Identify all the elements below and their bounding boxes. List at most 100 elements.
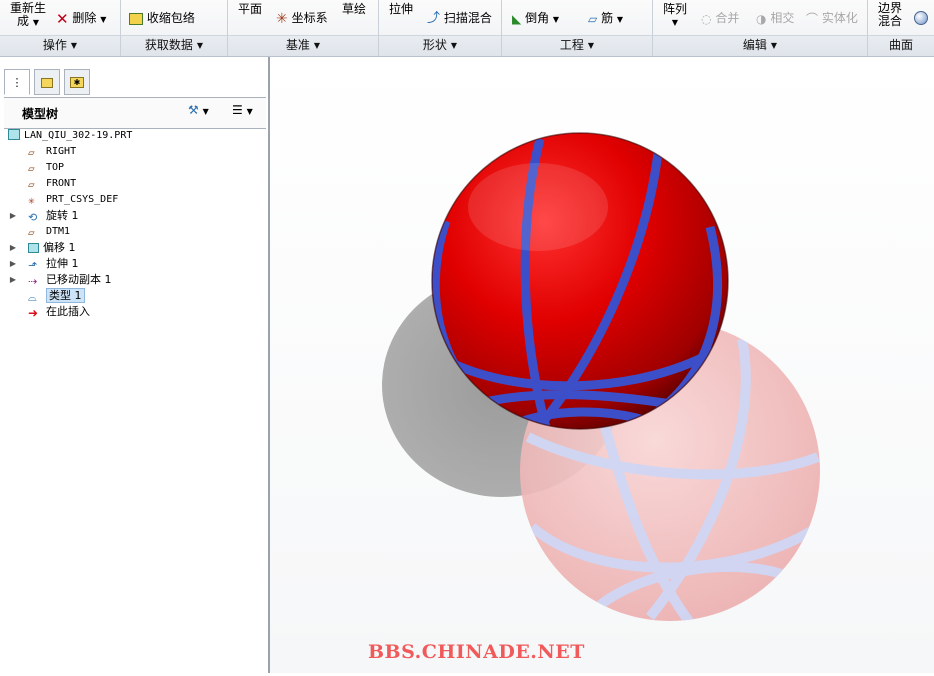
csys-label: 坐标系 <box>291 11 328 25</box>
rib-button[interactable]: ▱ 筋 ▼ <box>588 11 623 27</box>
merge-label: 合并 <box>715 11 740 25</box>
coordinate-system-icon: ✳ <box>276 10 288 27</box>
chamfer-label: 倒角 <box>525 11 550 25</box>
sweep-blend-label: 扫描混合 <box>443 11 492 25</box>
delete-label: 删除 <box>72 11 97 25</box>
layers-tab[interactable] <box>34 69 60 95</box>
chamfer-button[interactable]: ◣ 倒角 ▼ <box>512 11 559 27</box>
coordinate-system-icon: ✳ <box>28 194 35 207</box>
tree-item-front[interactable]: ▱ FRONT <box>28 176 76 192</box>
datum-plane-icon: ▱ <box>28 146 35 159</box>
delete-x-icon: ✕ <box>56 9 69 28</box>
rib-icon: ▱ <box>588 11 598 26</box>
group-title-edit[interactable]: 编辑 ▼ <box>653 35 867 56</box>
moved-copy-icon: ⇢ <box>28 275 38 288</box>
datum-plane-icon: ▱ <box>28 178 35 191</box>
ribbon-group-surfaces: 边界 混合 曲面 <box>868 0 934 56</box>
intersect-label: 相交 <box>770 11 795 25</box>
list-icon: ☰ <box>232 103 243 117</box>
model-tree-title: 模型树 <box>22 107 59 121</box>
ribbon-group-edit: 阵列 ▼ ◌ 合并 ◑ 相交 ⌒ 实体化 编辑 ▼ <box>653 0 868 56</box>
group-title-get-data[interactable]: 获取数据 ▼ <box>121 35 227 56</box>
extrude-button[interactable]: 拉伸 <box>389 2 413 16</box>
group-title-operations[interactable]: 操作 ▼ <box>0 35 120 56</box>
chamfer-icon: ◣ <box>512 11 522 26</box>
boundary-blend-button[interactable]: 边界 混合 <box>878 2 902 28</box>
merge-icon: ◌ <box>701 11 712 26</box>
ribbon-group-engineering: ◣ 倒角 ▼ ▱ 筋 ▼ 工程 ▼ <box>502 0 653 56</box>
tree-item-label: PRT_CSYS_DEF <box>46 194 119 205</box>
tree-item-dtm1[interactable]: ▱ DTM1 <box>28 224 70 240</box>
csys-button[interactable]: ✳ 坐标系 <box>276 11 328 26</box>
revolve-icon: ⟲ <box>28 211 38 224</box>
intersect-button[interactable]: ◑ 相交 <box>756 11 794 26</box>
shrinkwrap-label: 收缩包络 <box>146 11 195 25</box>
model-tree-tab[interactable]: ⋮ <box>4 69 30 95</box>
ribbon-group-datum: 平面 ✳ 坐标系 草绘 基准 ▼ <box>228 0 379 56</box>
tree-item-part[interactable]: LAN_QIU_302-19.PRT <box>8 128 132 144</box>
tree-display-button[interactable]: ☰ ▼ <box>232 103 253 117</box>
tree-item-extrude[interactable]: ▶ ⬏ 拉伸 1 <box>10 256 79 272</box>
merge-button[interactable]: ◌ 合并 <box>701 11 739 26</box>
regenerate-label-2: 成 ▼ <box>17 14 39 28</box>
sweep-blend-button[interactable]: ⤴ 扫描混合 <box>427 11 492 26</box>
expand-arrow-icon[interactable]: ▶ <box>8 240 18 256</box>
tree-item-label: 已移动副本 1 <box>46 273 112 286</box>
chevron-down-icon: ▼ <box>246 107 253 116</box>
tree-settings-button[interactable]: ⚒ ▼ <box>188 103 209 117</box>
favorites-tab[interactable]: ✱ <box>64 69 90 95</box>
plane-button[interactable]: 平面 <box>238 2 262 16</box>
chevron-down-icon: ▼ <box>552 15 560 24</box>
tree-item-label: RIGHT <box>46 146 77 157</box>
favorites-folder-icon: ✱ <box>70 77 84 88</box>
ribbon-toolbar: 重新生 成 ▼ ✕ 删除 ▼ 操作 ▼ 收缩包络 获取数据 ▼ 平面 ✳ 坐标系 草… <box>0 0 934 57</box>
extrude-icon: ⬏ <box>28 259 38 272</box>
tree-item-label: DTM1 <box>46 226 71 237</box>
model-tree-header: 模型树 ⚒ ▼ ☰ ▼ <box>4 97 266 129</box>
tree-item-insert-here[interactable]: ➜ 在此插入 <box>28 304 90 320</box>
pattern-button[interactable]: 阵列 ▼ <box>663 2 687 30</box>
tree-item-offset[interactable]: ▶ 偏移 1 <box>10 240 76 256</box>
group-title-datum[interactable]: 基准 ▼ <box>228 35 378 56</box>
tree-item-label: 旋转 1 <box>46 209 79 222</box>
tree-item-moved-copy[interactable]: ▶ ⇢ 已移动副本 1 <box>10 272 112 288</box>
tree-item-label-selected: 类型 1 <box>46 288 85 303</box>
watermark-text: BBS.CHINADE.NET <box>368 641 585 663</box>
ribbon-group-shapes: 拉伸 ⤴ 扫描混合 形状 ▼ <box>379 0 502 56</box>
boundary-label-2: 混合 <box>878 14 903 28</box>
ribbon-group-get-data: 收缩包络 获取数据 ▼ <box>121 0 228 56</box>
sweep-blend-icon: ⤴ <box>427 10 441 26</box>
tree-item-right[interactable]: ▱ RIGHT <box>28 144 76 160</box>
surface-sphere-icon[interactable] <box>914 10 928 25</box>
model-viewport[interactable] <box>270 57 934 673</box>
part-icon <box>8 129 20 140</box>
expand-arrow-icon[interactable]: ▶ <box>8 208 18 224</box>
group-title-surfaces[interactable]: 曲面 <box>868 35 934 56</box>
expand-arrow-icon[interactable]: ▶ <box>8 272 18 288</box>
insert-here-arrow-icon: ➜ <box>28 306 39 320</box>
rib-label: 筋 <box>601 11 614 25</box>
regenerate-button[interactable]: 重新生 成 ▼ <box>10 2 46 29</box>
datum-plane-icon: ▱ <box>28 162 35 175</box>
solidify-icon: ⌒ <box>806 11 819 26</box>
shrinkwrap-button[interactable]: 收缩包络 <box>129 11 195 25</box>
ribbon-group-operations: 重新生 成 ▼ ✕ 删除 ▼ 操作 ▼ <box>0 0 121 56</box>
tree-item-type[interactable]: ⌓ 类型 1 <box>28 288 85 304</box>
shrinkwrap-icon <box>129 12 143 25</box>
group-title-shapes[interactable]: 形状 ▼ <box>379 35 501 56</box>
surface-icon: ⌓ <box>28 291 37 304</box>
tree-item-revolve[interactable]: ▶ ⟲ 旋转 1 <box>10 208 79 224</box>
delete-button[interactable]: ✕ 删除 ▼ <box>56 11 106 27</box>
sketch-button[interactable]: 草绘 <box>342 2 366 16</box>
group-title-engineering[interactable]: 工程 ▼ <box>502 35 652 56</box>
tree-item-csys[interactable]: ✳ PRT_CSYS_DEF <box>28 192 118 208</box>
chevron-down-icon: ▼ <box>616 15 624 24</box>
chevron-down-icon: ▼ <box>671 18 679 27</box>
expand-arrow-icon[interactable]: ▶ <box>8 256 18 272</box>
tree-item-label: 偏移 1 <box>43 241 76 254</box>
solidify-button[interactable]: ⌒ 实体化 <box>806 11 858 26</box>
tree-item-label: 拉伸 1 <box>46 257 79 270</box>
graphics-window[interactable] <box>270 57 934 673</box>
navigator-panel: ⋮ ✱ 模型树 ⚒ ▼ ☰ ▼ LAN_QIU_302-19.PRT ▱ RIGH… <box>0 57 270 673</box>
tree-item-top[interactable]: ▱ TOP <box>28 160 64 176</box>
